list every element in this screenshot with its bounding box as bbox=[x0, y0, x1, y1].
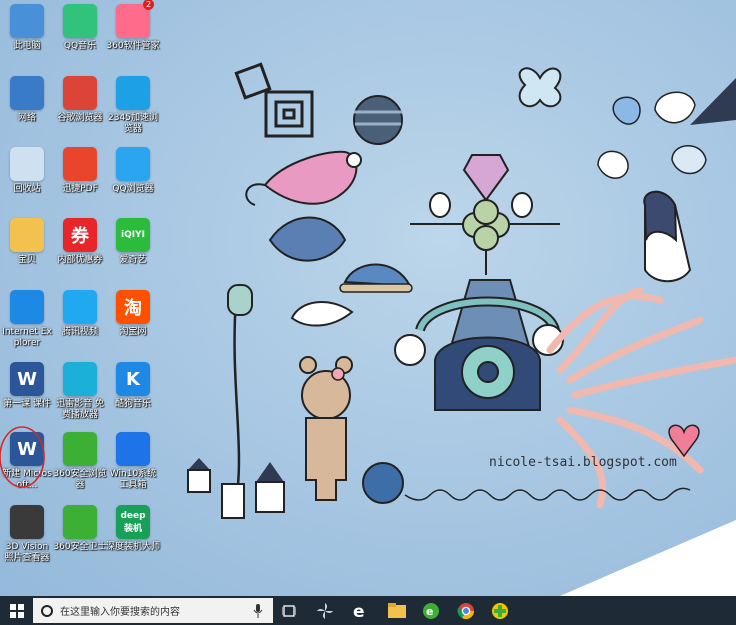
360-security-icon bbox=[63, 505, 97, 539]
desktop-icon-label: 新建 Microsoft... bbox=[2, 469, 52, 490]
kugou-icon: K bbox=[116, 362, 150, 396]
desktop-icon-label: 360安全浏览器 bbox=[53, 469, 107, 490]
edge-icon[interactable]: e bbox=[347, 596, 373, 625]
taobao-icon: 淘 bbox=[116, 290, 150, 324]
360-browser-icon bbox=[63, 432, 97, 466]
desktop-icon-label: 迅雷影音 免费播放器 bbox=[56, 399, 104, 420]
desktop-icon-label: 腾讯视频 bbox=[61, 327, 98, 337]
360-security-icon[interactable] bbox=[487, 596, 513, 625]
taskbar-search-box[interactable]: 在这里输入你要搜索的内容 bbox=[33, 598, 273, 623]
start-button[interactable] bbox=[0, 596, 33, 625]
taskbar: 在这里输入你要搜索的内容 e e bbox=[0, 596, 736, 625]
desktop-icon-label: 宝贝 bbox=[17, 255, 36, 265]
folder-icon bbox=[10, 218, 44, 252]
desktop-icon-label: 回收站 bbox=[13, 184, 41, 194]
icon-glyph: 券 bbox=[71, 226, 89, 247]
deepin-install-icon: deep装机 bbox=[116, 505, 150, 539]
icon-glyph: W bbox=[17, 438, 37, 460]
desktop-icon[interactable]: 2 360软件管家 bbox=[106, 0, 160, 52]
360-software-manager-icon: 2 bbox=[116, 0, 154, 38]
3d-vision-icon bbox=[10, 505, 44, 539]
desktop-icon[interactable]: 360安全卫士 bbox=[53, 505, 107, 553]
desktop-icon[interactable]: 腾讯视频 bbox=[53, 290, 107, 338]
desktop-icon-label: 谷歌浏览器 bbox=[57, 113, 103, 123]
search-placeholder: 在这里输入你要搜索的内容 bbox=[60, 607, 180, 618]
icon-glyph: 淘 bbox=[124, 298, 142, 319]
desktop-icon[interactable]: 迅雷影音 免费播放器 bbox=[53, 362, 107, 421]
desktop-icon-label: 内部优惠券 bbox=[57, 255, 103, 265]
desktop-icon-label: 迅捷PDF bbox=[62, 184, 98, 194]
360-browser-icon[interactable]: e bbox=[418, 596, 444, 625]
icon-glyph: deep装机 bbox=[120, 510, 146, 534]
qq-browser-icon bbox=[116, 147, 150, 181]
svg-text:e: e bbox=[426, 605, 433, 618]
ie-browser-icon bbox=[116, 76, 150, 110]
microphone-icon[interactable] bbox=[253, 604, 263, 618]
desktop-icon[interactable]: W 新建 Microsoft... bbox=[0, 432, 54, 491]
desktop-icon[interactable]: deep装机深度装机大师 bbox=[106, 505, 160, 553]
desktop-icon[interactable]: Win10系统 工具箱 bbox=[106, 432, 160, 491]
desktop-icon[interactable]: 淘淘宝网 bbox=[106, 290, 160, 338]
desktop-icon[interactable]: 网络 bbox=[0, 76, 54, 124]
word-document-icon: W bbox=[10, 432, 44, 466]
file-explorer-icon[interactable] bbox=[384, 596, 410, 625]
desktop-icon[interactable]: 谷歌浏览器 bbox=[53, 76, 107, 124]
desktop-icon[interactable]: 2345加速浏览器 bbox=[106, 76, 160, 135]
windows-icon bbox=[116, 432, 150, 466]
cortana-circle-icon bbox=[41, 604, 53, 617]
qq-music-icon bbox=[63, 4, 97, 38]
desktop-icon-label: QQ浏览器 bbox=[112, 184, 154, 194]
desktop-icon-label: Internet Explorer bbox=[2, 327, 52, 348]
desktop-icon-label: 2345加速浏览器 bbox=[108, 113, 158, 134]
computer-icon bbox=[10, 4, 44, 38]
word-document-icon: W bbox=[10, 362, 44, 396]
desktop-icon[interactable]: 宝贝 bbox=[0, 218, 54, 266]
task-view-icon[interactable] bbox=[278, 596, 300, 625]
desktop-icon[interactable]: K 酷狗音乐 bbox=[106, 362, 160, 410]
svg-text:e: e bbox=[353, 602, 365, 620]
chrome-icon bbox=[63, 76, 97, 110]
coupon-icon: 券 bbox=[63, 218, 97, 252]
chrome-icon[interactable] bbox=[453, 596, 479, 625]
windows-logo-icon bbox=[9, 603, 24, 618]
icon-glyph: iQIYI bbox=[121, 230, 145, 240]
desktop-icon-label: 此电脑 bbox=[13, 41, 41, 51]
desktop-icon[interactable]: 360安全浏览器 bbox=[53, 432, 107, 491]
desktop-icon[interactable]: iQIYI 爱奇艺 bbox=[106, 218, 160, 266]
tencent-video-icon bbox=[63, 290, 97, 324]
desktop-icon[interactable]: W 第一课 课件 bbox=[0, 362, 54, 410]
icon-glyph: W bbox=[17, 368, 37, 390]
desktop-icon-label: 爱奇艺 bbox=[119, 255, 147, 265]
desktop-icon-label: 网络 bbox=[17, 113, 36, 123]
desktop-icon[interactable]: 券内部优惠券 bbox=[53, 218, 107, 266]
iqiyi-icon: iQIYI bbox=[116, 218, 150, 252]
wallpaper-watermark: nicole-tsai.blogspot.com bbox=[489, 455, 677, 470]
desktop-icon[interactable]: 迅捷PDF bbox=[53, 147, 107, 195]
desktop-icon[interactable]: 此电脑 bbox=[0, 4, 54, 52]
desktop-icon-label: 酷狗音乐 bbox=[114, 399, 151, 409]
desktop-icon[interactable]: 3D Vision 照片查看器 bbox=[0, 505, 54, 564]
desktop-icon-label: 3D Vision 照片查看器 bbox=[4, 542, 50, 563]
desktop-icon[interactable]: QQ浏览器 bbox=[106, 147, 160, 195]
recycle-bin-icon bbox=[10, 147, 44, 181]
windmill-icon[interactable] bbox=[312, 596, 338, 625]
internet-explorer-icon bbox=[10, 290, 44, 324]
desktop[interactable]: 此电脑 QQ音乐 2 360软件管家网络 谷歌浏览器 2345加速浏览器回收站 迅捷PDF Q… bbox=[0, 0, 736, 596]
desktop-icon[interactable]: QQ音乐 bbox=[53, 4, 107, 52]
desktop-icon-label: 360软件管家 bbox=[106, 41, 160, 51]
desktop-icon-label: 360安全卫士 bbox=[53, 542, 107, 552]
desktop-icon-label: 淘宝网 bbox=[119, 327, 147, 337]
thunder-player-icon bbox=[63, 362, 97, 396]
desktop-icon[interactable]: 回收站 bbox=[0, 147, 54, 195]
desktop-icon-label: 深度装机大师 bbox=[106, 542, 161, 552]
desktop-icon-grid: 此电脑 QQ音乐 2 360软件管家网络 谷歌浏览器 2345加速浏览器回收站 迅捷PDF Q… bbox=[0, 0, 165, 596]
desktop-icon-label: QQ音乐 bbox=[63, 41, 97, 51]
pdf-icon bbox=[63, 147, 97, 181]
notification-badge: 2 bbox=[143, 0, 154, 10]
icon-glyph: K bbox=[126, 368, 140, 390]
desktop-icon-label: Win10系统 工具箱 bbox=[109, 469, 157, 490]
desktop-icon-label: 第一课 课件 bbox=[3, 399, 51, 409]
desktop-icon[interactable]: Internet Explorer bbox=[0, 290, 54, 349]
network-icon bbox=[10, 76, 44, 110]
